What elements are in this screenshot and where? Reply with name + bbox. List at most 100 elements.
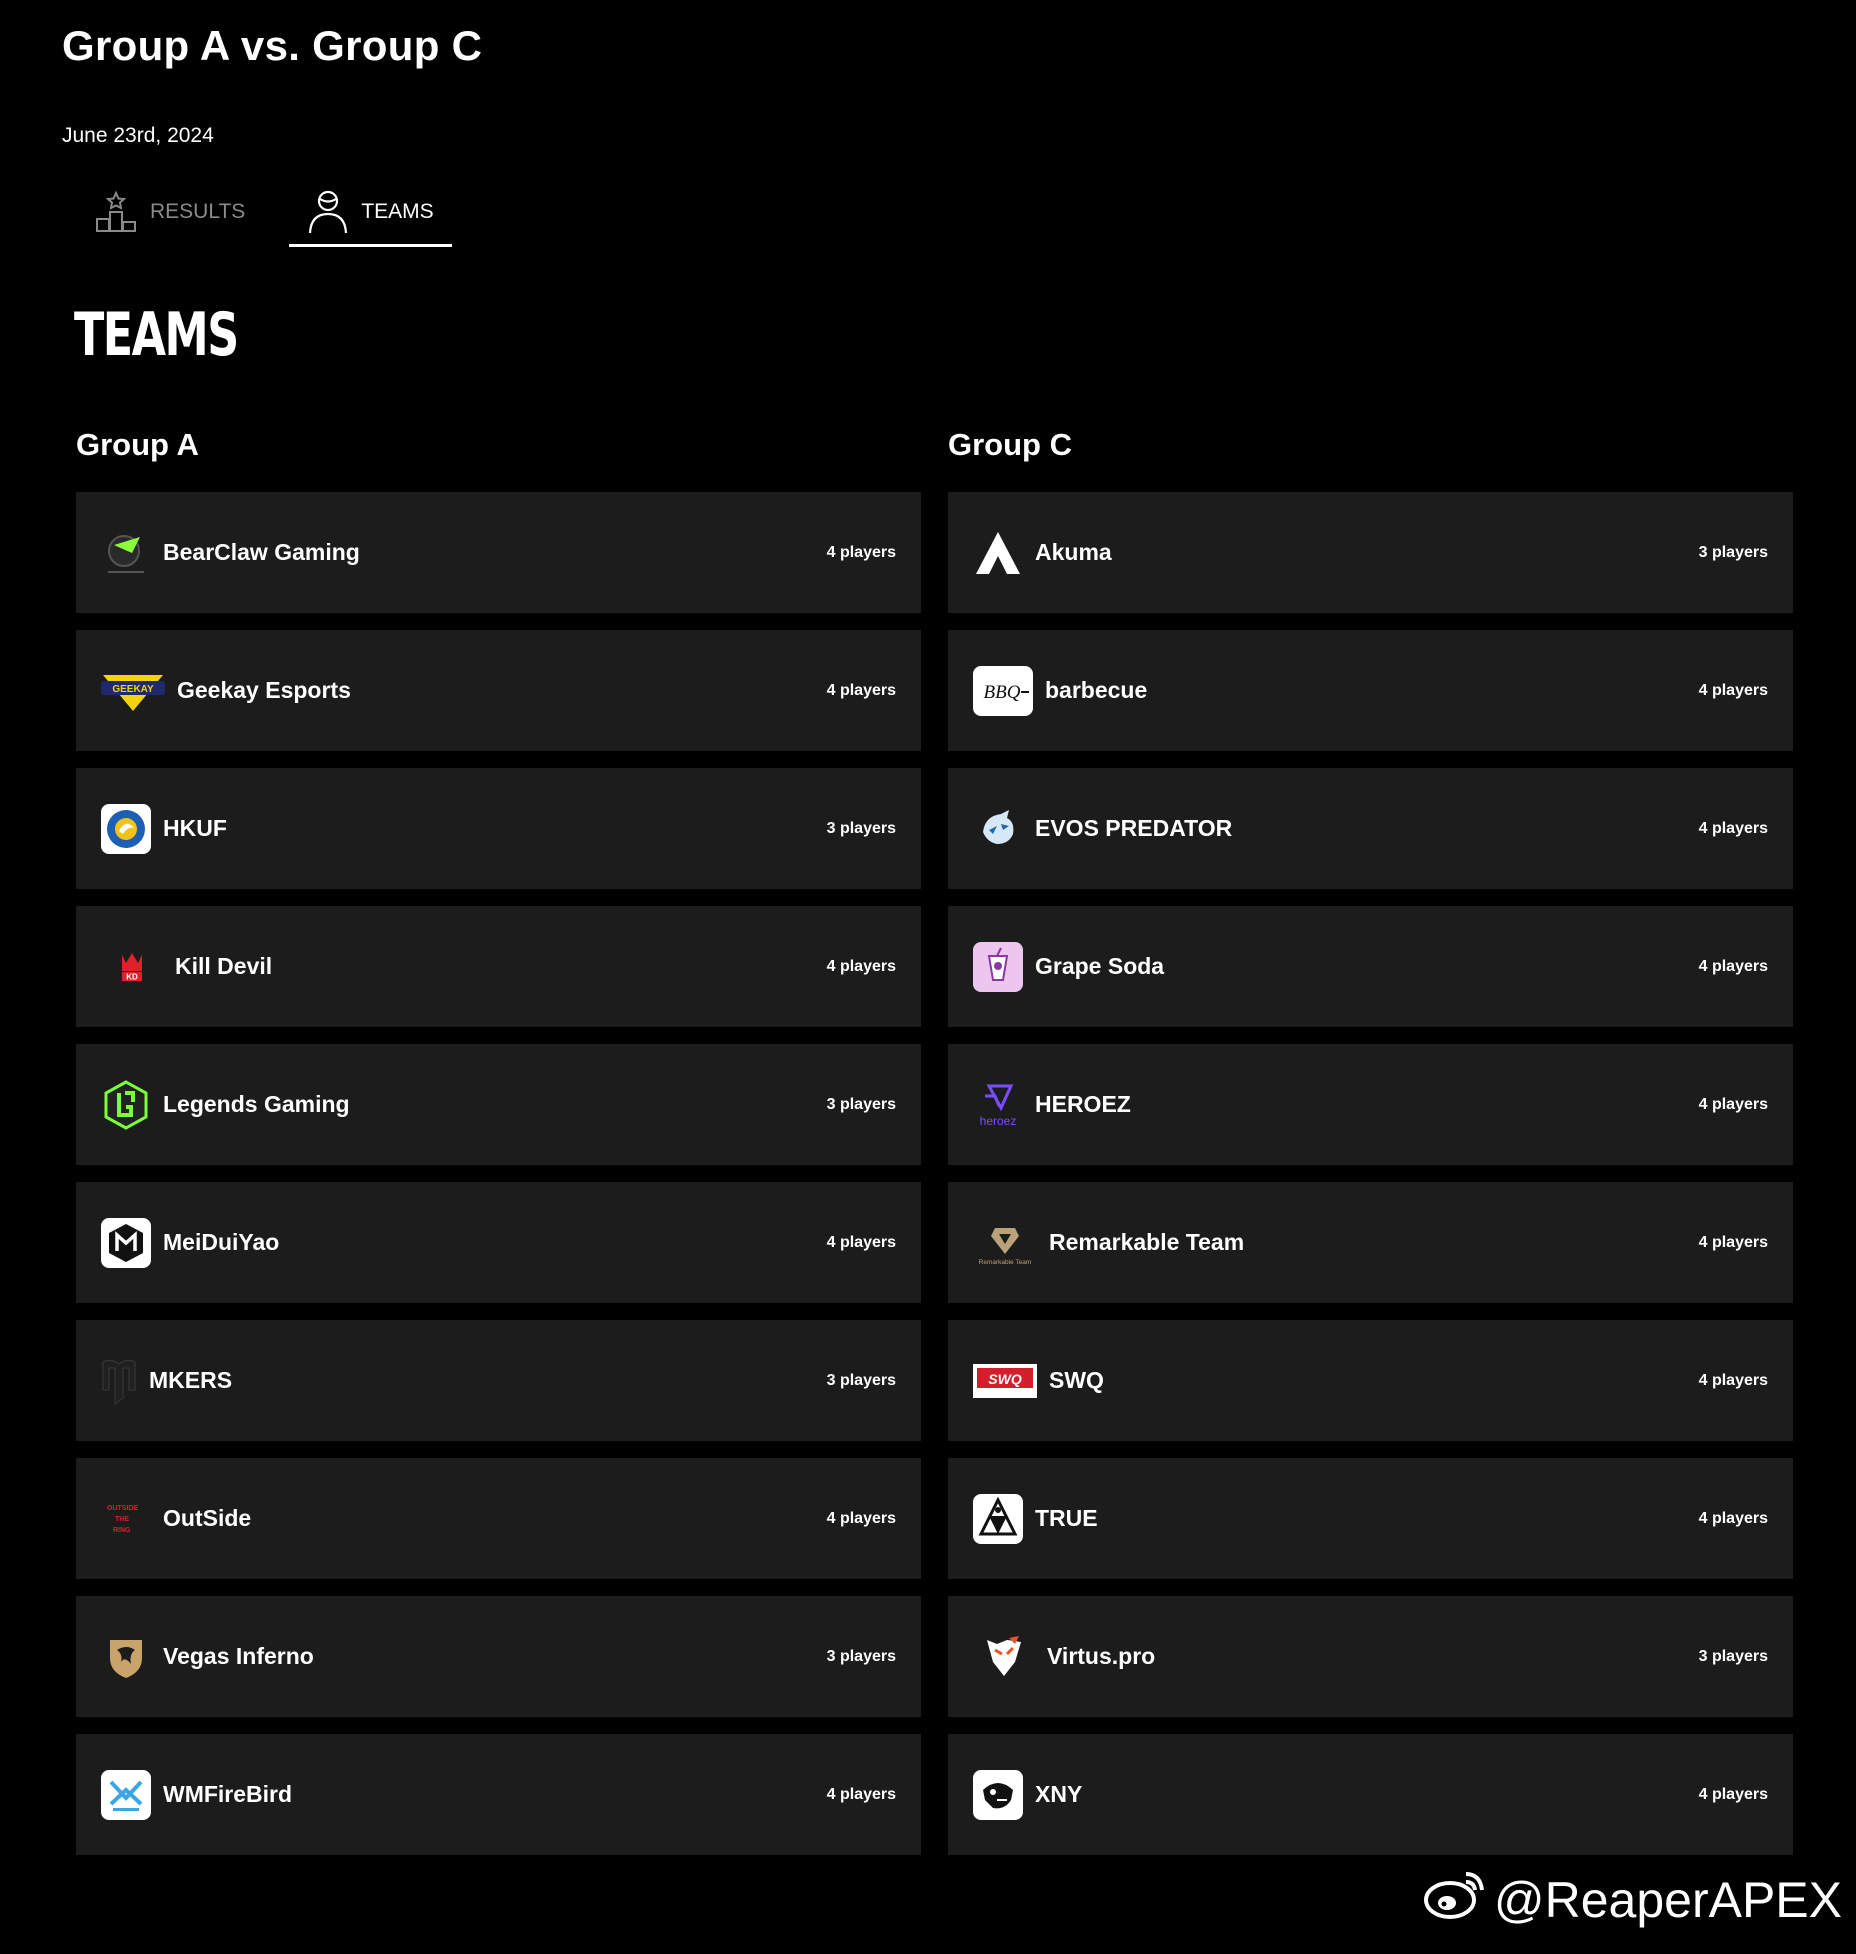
team-row[interactable]: heroez HEROEZ 4 players — [948, 1044, 1793, 1165]
vegas-inferno-logo — [101, 1632, 151, 1682]
team-row[interactable]: Virtus.pro 3 players — [948, 1596, 1793, 1717]
meiduiyao-logo — [101, 1217, 151, 1268]
wmfirebird-logo — [101, 1769, 151, 1820]
team-name: MKERS — [149, 1367, 233, 1393]
team-player-count: 3 players — [1698, 543, 1768, 561]
grape-soda-logo — [973, 941, 1023, 992]
svg-text:GEEKAY: GEEKAY — [112, 684, 154, 695]
team-player-count: 4 players — [826, 1785, 896, 1803]
evos-predator-logo — [973, 804, 1023, 854]
group-c: Group C Akuma 3 players BBQ barbecue 4 p… — [948, 425, 1793, 1872]
team-name: Grape Soda — [1035, 953, 1165, 979]
team-row[interactable]: HKUF 3 players — [76, 768, 921, 889]
akuma-logo — [973, 528, 1023, 578]
team-name: XNY — [1035, 1781, 1083, 1807]
team-player-count: 4 players — [826, 681, 896, 699]
geekay-logo: GEEKAY — [101, 666, 165, 716]
kill-devil-logo: KD — [101, 942, 163, 992]
team-name: BearClaw Gaming — [163, 539, 360, 565]
true-logo — [973, 1493, 1023, 1544]
team-row[interactable]: WMFireBird 4 players — [76, 1734, 921, 1855]
heroez-logo: heroez — [973, 1080, 1023, 1130]
group-a: Group A BearClaw Gaming 4 players GEEKAY… — [76, 425, 921, 1872]
team-player-count: 3 players — [826, 1647, 896, 1665]
team-player-count: 4 players — [1698, 1509, 1768, 1527]
svg-text:heroez: heroez — [980, 1114, 1017, 1128]
team-name: Vegas Inferno — [163, 1643, 314, 1669]
team-row[interactable]: GEEKAY Geekay Esports 4 players — [76, 630, 921, 751]
team-player-count: 4 players — [1698, 1785, 1768, 1803]
group-title: Group A — [76, 427, 199, 462]
team-player-count: 3 players — [826, 1371, 896, 1389]
podium-icon — [94, 190, 138, 234]
team-player-count: 4 players — [826, 1509, 896, 1527]
svg-text:BBQ: BBQ — [984, 682, 1021, 703]
weibo-icon — [1422, 1866, 1488, 1934]
team-player-count: 4 players — [1698, 819, 1768, 837]
legends-gaming-logo — [101, 1079, 151, 1130]
team-row[interactable]: KD Kill Devil 4 players — [76, 906, 921, 1027]
team-name: Virtus.pro — [1047, 1643, 1156, 1669]
team-player-count: 3 players — [826, 1095, 896, 1113]
group-title: Group C — [948, 427, 1072, 462]
team-player-count: 4 players — [1698, 681, 1768, 699]
team-name: SWQ — [1049, 1367, 1104, 1393]
team-player-count: 4 players — [826, 957, 896, 975]
hkuf-logo — [101, 803, 151, 854]
team-row[interactable]: Grape Soda 4 players — [948, 906, 1793, 1027]
team-name: barbecue — [1045, 677, 1148, 703]
svg-text:THE: THE — [115, 1516, 129, 1523]
team-name: Akuma — [1035, 539, 1112, 565]
team-row[interactable]: EVOS PREDATOR 4 players — [948, 768, 1793, 889]
team-name: HKUF — [163, 815, 227, 841]
team-row[interactable]: Remarkable Team Remarkable Team 4 player… — [948, 1182, 1793, 1303]
swq-logo: SWQ — [973, 1356, 1037, 1406]
team-name: Remarkable Team — [1049, 1229, 1245, 1255]
team-row[interactable]: Akuma 3 players — [948, 492, 1793, 613]
team-name: Legends Gaming — [163, 1091, 350, 1117]
team-row[interactable]: MKERS 3 players — [76, 1320, 921, 1441]
watermark-text: @ReaperAPEX — [1493, 1872, 1842, 1928]
team-row[interactable]: TRUE 4 players — [948, 1458, 1793, 1579]
page-title: Group A vs. Group C — [62, 22, 483, 69]
team-row[interactable]: OUTSIDE THE RING OutSide 4 players — [76, 1458, 921, 1579]
svg-text:SWQ: SWQ — [988, 1371, 1022, 1387]
tab-results[interactable]: RESULTS — [76, 180, 263, 244]
team-name: HEROEZ — [1035, 1091, 1131, 1117]
team-row[interactable]: XNY 4 players — [948, 1734, 1793, 1855]
barbecue-logo: BBQ — [973, 665, 1033, 716]
tab-bar: RESULTS TEAMS — [62, 180, 452, 247]
xny-logo — [973, 1769, 1023, 1820]
tab-teams[interactable]: TEAMS — [289, 180, 452, 247]
tab-results-label: RESULTS — [150, 200, 246, 223]
team-row[interactable]: BearClaw Gaming 4 players — [76, 492, 921, 613]
team-player-count: 4 players — [1698, 1371, 1768, 1389]
outside-logo: OUTSIDE THE RING — [101, 1494, 151, 1544]
team-row[interactable]: SWQ SWQ 4 players — [948, 1320, 1793, 1441]
team-player-count: 3 players — [1698, 1647, 1768, 1665]
team-player-count: 4 players — [1698, 1095, 1768, 1113]
team-row[interactable]: MeiDuiYao 4 players — [76, 1182, 921, 1303]
team-name: Kill Devil — [175, 953, 273, 979]
bearclaw-logo — [101, 528, 151, 578]
svg-text:Remarkable Team: Remarkable Team — [979, 1259, 1032, 1266]
page-date: June 23rd, 2024 — [62, 124, 214, 147]
svg-text:KD: KD — [126, 972, 138, 981]
team-player-count: 4 players — [1698, 1233, 1768, 1251]
team-name: MeiDuiYao — [163, 1229, 280, 1255]
mkers-logo — [101, 1356, 137, 1406]
person-icon — [307, 189, 349, 235]
team-row[interactable]: Vegas Inferno 3 players — [76, 1596, 921, 1717]
team-name: EVOS PREDATOR — [1035, 815, 1233, 841]
team-row[interactable]: Legends Gaming 3 players — [76, 1044, 921, 1165]
team-name: WMFireBird — [163, 1781, 293, 1807]
team-player-count: 4 players — [1698, 957, 1768, 975]
svg-text:RING: RING — [113, 1527, 131, 1534]
team-name: Geekay Esports — [177, 677, 351, 703]
tab-teams-label: TEAMS — [361, 200, 434, 223]
section-heading: TEAMS — [74, 300, 239, 370]
team-row[interactable]: BBQ barbecue 4 players — [948, 630, 1793, 751]
team-name: TRUE — [1035, 1505, 1098, 1531]
team-player-count: 3 players — [826, 819, 896, 837]
remarkable-team-logo: Remarkable Team — [973, 1218, 1037, 1268]
